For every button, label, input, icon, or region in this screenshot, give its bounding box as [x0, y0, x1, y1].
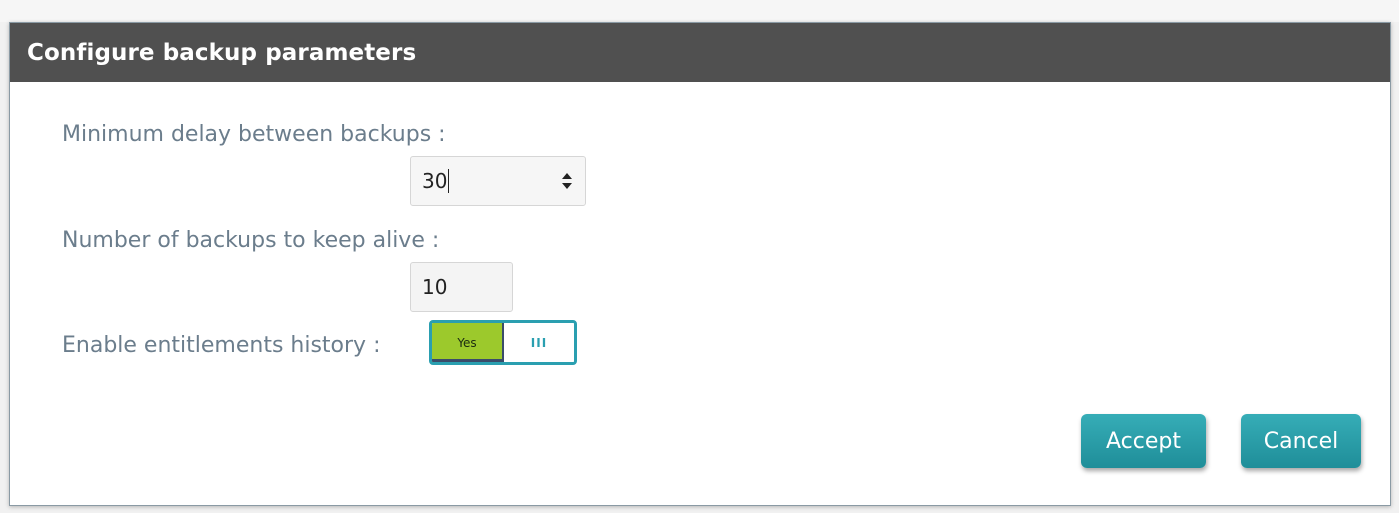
- background-strip: [0, 0, 1399, 22]
- toggle-on-label: Yes: [457, 335, 477, 350]
- keep-alive-value: 10: [422, 275, 448, 299]
- toggle-on-segment: Yes: [432, 323, 504, 362]
- min-delay-label: Minimum delay between backups :: [62, 122, 446, 147]
- cancel-button[interactable]: Cancel: [1241, 414, 1361, 468]
- toggle-on-edge: [432, 359, 504, 362]
- configure-backup-dialog: Configure backup parameters Minimum dela…: [9, 22, 1391, 506]
- text-caret: [448, 169, 450, 193]
- keep-alive-input[interactable]: 10: [410, 262, 513, 312]
- accept-button[interactable]: Accept: [1081, 414, 1206, 468]
- entitlements-history-toggle[interactable]: Yes III: [429, 320, 577, 365]
- toggle-handle-grip-icon: III: [530, 335, 548, 350]
- toggle-handle[interactable]: III: [504, 323, 574, 362]
- entitlements-history-label: Enable entitlements history :: [62, 333, 381, 358]
- min-delay-value: 30: [422, 169, 448, 193]
- dialog-title: Configure backup parameters: [27, 39, 417, 66]
- dialog-titlebar: Configure backup parameters: [10, 23, 1390, 82]
- screen: Configure backup parameters Minimum dela…: [0, 0, 1399, 513]
- keep-alive-label: Number of backups to keep alive :: [62, 228, 440, 253]
- min-delay-input[interactable]: 30: [410, 156, 586, 206]
- spinner-arrows-icon[interactable]: [561, 172, 573, 190]
